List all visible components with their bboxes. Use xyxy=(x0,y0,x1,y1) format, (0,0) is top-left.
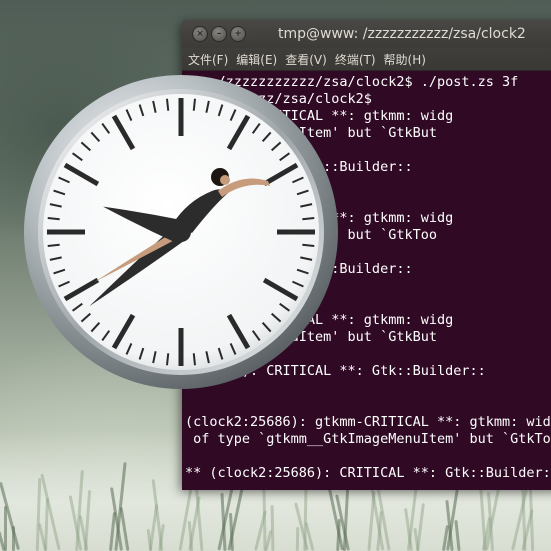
minute-mark xyxy=(47,216,60,221)
minute-mark xyxy=(165,98,170,111)
grass-blade xyxy=(295,526,300,551)
menu-file[interactable]: 文件(F) xyxy=(188,51,228,68)
minute-mark xyxy=(47,243,60,248)
minimize-button[interactable]: – xyxy=(211,26,227,42)
grass-blade xyxy=(416,502,425,551)
grass-blade xyxy=(35,477,42,551)
window-title: tmp@www: /zzzzzzzzzzz/zsa/clock2 xyxy=(278,26,526,42)
menu-view[interactable]: 查看(V) xyxy=(285,51,327,68)
grass-blade xyxy=(454,519,461,551)
minute-mark xyxy=(192,353,197,366)
menu-terminal[interactable]: 终端(T) xyxy=(335,51,376,68)
minute-mark xyxy=(165,353,170,366)
grass-blade xyxy=(83,489,92,551)
menu-help[interactable]: 帮助(H) xyxy=(384,51,426,68)
dancer-face xyxy=(220,175,230,185)
minute-mark xyxy=(302,243,315,248)
clock-widget[interactable] xyxy=(22,73,340,391)
terminal-line: ** (clock2:25686): CRITICAL **: Gtk::Bui… xyxy=(185,465,551,481)
close-button[interactable]: × xyxy=(192,26,208,42)
maximize-button[interactable]: + xyxy=(230,26,246,42)
grass-blade xyxy=(12,526,15,551)
minute-mark xyxy=(302,216,315,221)
dancer-hips xyxy=(171,222,191,242)
terminal-line: of type `gtkmm__GtkImageMenuItem' but `G… xyxy=(185,431,551,447)
menubar: 文件(F) 编辑(E) 查看(V) 终端(T) 帮助(H) xyxy=(182,48,551,71)
minute-mark xyxy=(192,98,197,111)
terminal-titlebar[interactable]: × – + tmp@www: /zzzzzzzzzzz/zsa/clock2 xyxy=(182,20,551,48)
terminal-line: (clock2:25686): gtkmm-CRITICAL **: gtkmm… xyxy=(185,414,551,430)
grass-blade xyxy=(528,483,535,551)
grass-blade xyxy=(270,504,275,551)
clock-face-svg xyxy=(24,75,338,389)
menu-edit[interactable]: 编辑(E) xyxy=(236,51,277,68)
